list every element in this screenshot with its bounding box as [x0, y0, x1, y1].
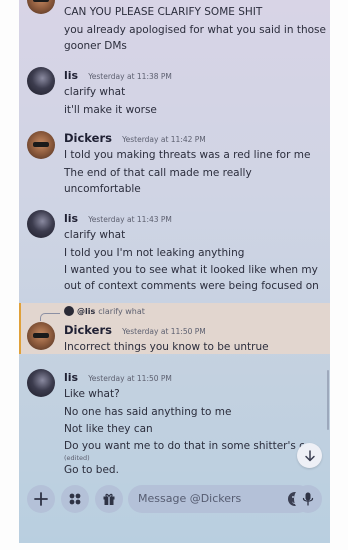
avatar-lis[interactable]: [27, 210, 55, 238]
avatar-dickers[interactable]: [27, 131, 55, 159]
author-name[interactable]: Dickers: [64, 131, 112, 145]
author-name[interactable]: lis: [64, 371, 78, 384]
timestamp: Yesterday at 11:42 PM: [122, 135, 206, 144]
scrollbar[interactable]: [327, 370, 329, 430]
message-text: Do you want me to do that in some shitte…: [64, 439, 304, 452]
plus-icon: [34, 492, 48, 506]
message-text: No one has said anything to me: [64, 405, 232, 418]
message-composer: Message @Dickers: [19, 478, 330, 523]
timestamp: Yesterday at 11:50 PM: [88, 374, 172, 383]
author-name[interactable]: lis: [64, 69, 78, 82]
message-text: The end of that call made me really unco…: [64, 166, 252, 195]
message-text: clarify what: [64, 86, 126, 98]
message-text: Not like they can: [64, 423, 153, 435]
apps-icon: [69, 493, 81, 505]
message-text: you already apologised for what you said…: [64, 23, 326, 52]
message-text: Like what?: [64, 388, 120, 400]
apps-button[interactable]: [61, 485, 89, 513]
gift-icon: [103, 493, 115, 505]
dm-chat-window: CAN YOU PLEASE CLARIFY SOME SHIT you alr…: [19, 0, 330, 543]
message-text: I told you making threats was a red line…: [64, 149, 311, 161]
message-text: CAN YOU PLEASE CLARIFY SOME SHIT: [64, 6, 263, 18]
reply-connector: [40, 313, 60, 321]
avatar-dickers[interactable]: [27, 0, 55, 14]
message-text: I wanted you to see what it looked like …: [64, 264, 319, 292]
avatar-lis-mini: [64, 306, 74, 316]
gift-button[interactable]: [95, 485, 123, 513]
message-input[interactable]: Message @Dickers: [128, 485, 312, 513]
edited-label: (edited): [64, 453, 90, 462]
reply-reference[interactable]: @lis clarify what: [64, 306, 145, 316]
voice-message-button[interactable]: [294, 485, 322, 513]
reply-author: @lis: [77, 307, 96, 316]
timestamp: Yesterday at 11:43 PM: [88, 215, 172, 224]
message-text: Incorrect things you know to be untrue: [64, 341, 269, 353]
timestamp: Yesterday at 11:38 PM: [88, 72, 172, 81]
avatar-dickers[interactable]: [27, 322, 55, 350]
author-name[interactable]: Dickers: [64, 323, 112, 337]
jump-to-bottom-button[interactable]: [297, 443, 322, 468]
add-attachment-button[interactable]: [27, 485, 55, 513]
message-input-placeholder: Message @Dickers: [138, 492, 242, 505]
microphone-icon: [302, 492, 314, 506]
reply-snippet: clarify what: [98, 307, 145, 316]
author-name[interactable]: lis: [64, 212, 78, 225]
timestamp: Yesterday at 11:50 PM: [122, 327, 206, 336]
avatar-lis[interactable]: [27, 67, 55, 95]
message-text: Go to bed.: [64, 463, 119, 476]
message-text: it'll make it worse: [64, 103, 157, 116]
message-text: clarify what: [64, 229, 126, 241]
avatar-lis[interactable]: [27, 369, 55, 397]
message-text: I told you I'm not leaking anything: [64, 246, 245, 259]
arrow-down-icon: [304, 449, 315, 461]
